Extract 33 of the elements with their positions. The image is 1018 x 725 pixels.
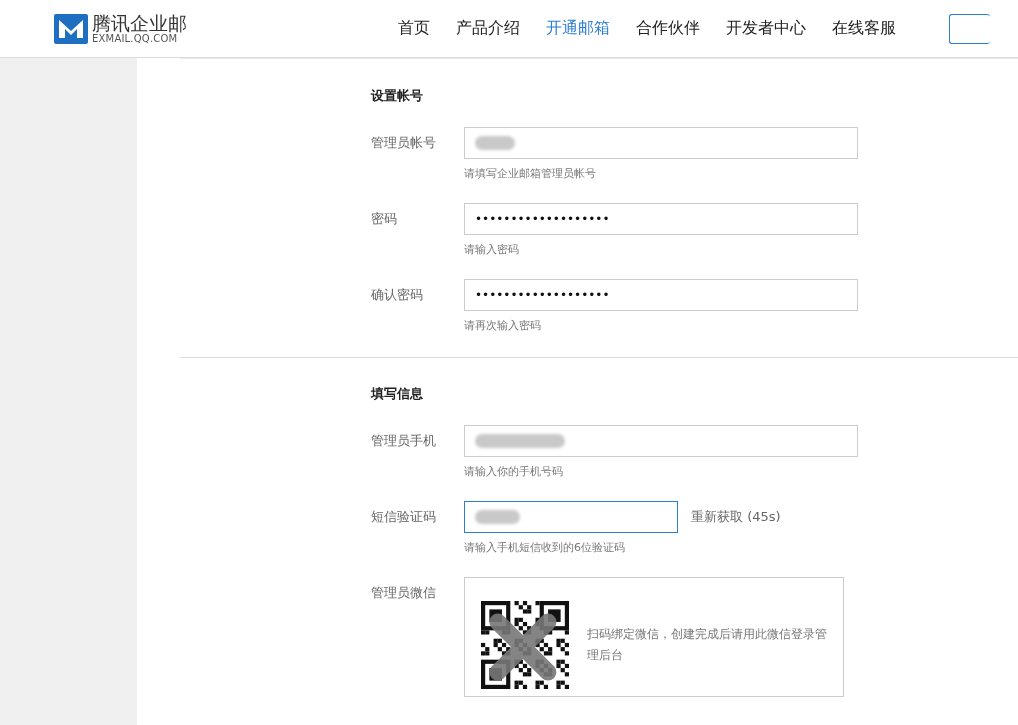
field-hint: 请再次输入密码 [464, 318, 542, 333]
field-hint: 请填写企业邮箱管理员帐号 [464, 166, 597, 181]
nav-link[interactable]: 开发者中心 [726, 18, 806, 39]
nav-link[interactable]: 开通邮箱 [546, 18, 610, 39]
password-field[interactable]: ••••••••••••••••••• [464, 203, 858, 235]
field-label: 管理员帐号 [371, 134, 437, 152]
field-hint: 请输入你的手机号码 [464, 464, 564, 479]
code-field[interactable] [464, 501, 678, 533]
nav-link[interactable]: 产品介绍 [456, 18, 520, 39]
header-button[interactable] [949, 13, 990, 44]
field-hint: 请输入密码 [464, 242, 520, 257]
input-field[interactable] [464, 127, 858, 159]
redacted-value [475, 136, 515, 150]
nav-link[interactable]: 在线客服 [832, 18, 896, 39]
resend-link[interactable]: 重新获取 (45s) [691, 508, 781, 526]
nav-link[interactable]: 首页 [398, 18, 430, 39]
section-title: 填写信息 [371, 385, 424, 403]
field-label: 密码 [371, 210, 398, 228]
logo-name: 腾讯企业邮 [92, 13, 187, 33]
nav-link[interactable]: 合作伙伴 [636, 18, 700, 39]
section-title: 设置帐号 [371, 87, 424, 105]
input-field[interactable] [464, 425, 858, 457]
field-label: 短信验证码 [371, 508, 437, 526]
password-field[interactable]: ••••••••••••••••••• [464, 279, 858, 311]
field-hint: 请输入手机短信收到的6位验证码 [464, 540, 626, 555]
qr-instructions: 扫码绑定微信，创建完成后请用此微信登录管理后台 [587, 626, 827, 664]
qr-code-icon [481, 601, 569, 689]
field-label: 确认密码 [371, 286, 424, 304]
field-label: 管理员手机 [371, 432, 437, 450]
redacted-value [475, 510, 520, 524]
field-label: 管理员微信 [371, 584, 437, 602]
logo-domain: EXMAIL.QQ.COM [92, 33, 179, 44]
logo-icon [54, 13, 88, 44]
